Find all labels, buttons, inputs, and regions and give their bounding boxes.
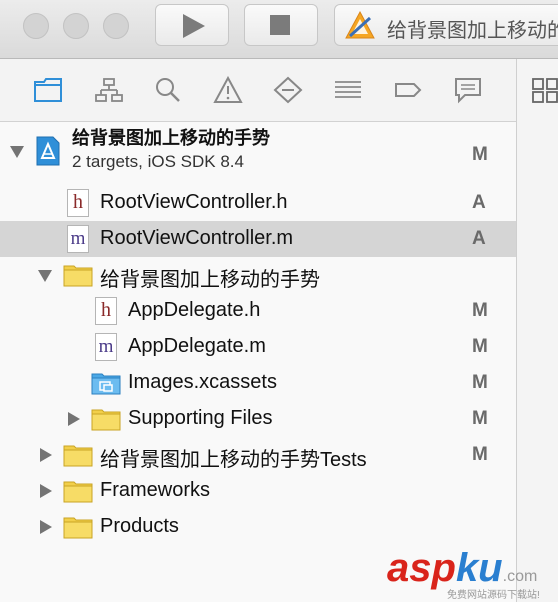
play-icon <box>183 14 205 38</box>
group-label: Products <box>100 515 179 537</box>
group-row-tests[interactable]: 给背景图加上移动的手势Tests M <box>0 437 516 473</box>
header-file-icon: h <box>67 189 89 217</box>
file-label: AppDelegate.m <box>128 335 266 357</box>
implementation-file-icon: m <box>67 225 89 253</box>
folder-icon[interactable] <box>33 76 63 104</box>
status-badge: A <box>472 228 486 249</box>
xcodeproj-icon <box>36 136 60 166</box>
search-icon[interactable] <box>153 76 183 104</box>
file-label: Images.xcassets <box>128 371 277 393</box>
folder-icon <box>63 517 93 539</box>
debug-lines-icon[interactable] <box>333 76 363 104</box>
file-row-images-xcassets[interactable]: Images.xcassets M <box>0 365 516 401</box>
stop-button[interactable] <box>244 4 318 46</box>
scheme-title: 给背景图加上移动的手势 <box>387 20 558 42</box>
implementation-file-icon: m <box>95 333 117 361</box>
editor-pane-edge <box>516 59 558 602</box>
group-row-products[interactable]: Products <box>0 509 516 545</box>
file-row-rootviewcontroller-m[interactable]: m RootViewController.m A <box>0 221 516 257</box>
run-button[interactable] <box>155 4 229 46</box>
disclosure-open-icon[interactable] <box>38 270 52 282</box>
disclosure-closed-icon[interactable] <box>40 448 52 462</box>
navigator-selector-bar <box>0 59 516 122</box>
project-navigator-tree: 给背景图加上移动的手势 2 targets, iOS SDK 8.4 M h R… <box>0 122 516 602</box>
status-badge: M <box>472 300 488 321</box>
file-row-rootviewcontroller-h[interactable]: h RootViewController.h A <box>0 185 516 221</box>
close-window-button[interactable] <box>23 13 49 39</box>
folder-icon <box>63 481 93 503</box>
group-label: Supporting Files <box>128 407 273 429</box>
warning-icon[interactable] <box>213 76 243 104</box>
window-toolbar: 给背景图加上移动的手势 <box>0 0 558 59</box>
watermark-brand: aspku.com <box>387 546 538 590</box>
grid-icon[interactable] <box>531 76 558 104</box>
scheme-selector[interactable]: 给背景图加上移动的手势 <box>334 4 558 46</box>
project-name: 给背景图加上移动的手势 <box>72 128 270 148</box>
folder-icon <box>91 409 121 431</box>
zoom-window-button[interactable] <box>103 13 129 39</box>
asset-catalog-icon <box>91 373 121 395</box>
group-label: Frameworks <box>100 479 211 501</box>
folder-icon <box>63 265 93 287</box>
status-badge: M <box>472 336 488 357</box>
folder-icon <box>63 445 93 467</box>
minimize-window-button[interactable] <box>63 13 89 39</box>
watermark-tagline: 免费网站源码下载站! <box>447 590 540 601</box>
disclosure-open-icon[interactable] <box>10 146 24 158</box>
status-badge: A <box>472 192 486 213</box>
file-label: RootViewController.h <box>100 191 288 213</box>
disclosure-closed-icon[interactable] <box>68 412 80 426</box>
status-badge: M <box>472 408 488 429</box>
file-row-appdelegate-h[interactable]: h AppDelegate.h M <box>0 293 516 329</box>
file-label: RootViewController.m <box>100 227 294 249</box>
group-label: 给背景图加上移动的手势 <box>100 269 320 291</box>
disclosure-closed-icon[interactable] <box>40 520 52 534</box>
group-row-supporting-files[interactable]: Supporting Files M <box>0 401 516 437</box>
file-row-appdelegate-m[interactable]: m AppDelegate.m M <box>0 329 516 365</box>
group-row-frameworks[interactable]: Frameworks <box>0 473 516 509</box>
header-file-icon: h <box>95 297 117 325</box>
status-badge: M <box>472 144 488 165</box>
hierarchy-icon[interactable] <box>94 76 124 104</box>
breakpoint-icon[interactable] <box>393 76 423 104</box>
file-label: AppDelegate.h <box>128 299 261 321</box>
watermark-logo: aspku.com 免费网站源码下载站! <box>385 546 558 602</box>
stop-icon <box>270 15 290 35</box>
status-badge: M <box>472 372 488 393</box>
group-row-main[interactable]: 给背景图加上移动的手势 <box>0 257 516 293</box>
group-label: 给背景图加上移动的手势Tests <box>100 449 367 471</box>
disclosure-closed-icon[interactable] <box>40 484 52 498</box>
project-subtitle: 2 targets, iOS SDK 8.4 <box>72 152 244 171</box>
status-badge: M <box>472 444 488 465</box>
test-diamond-icon[interactable] <box>273 76 303 104</box>
project-root-row[interactable]: 给背景图加上移动的手势 2 targets, iOS SDK 8.4 M <box>0 122 516 180</box>
xcode-app-icon <box>345 10 375 39</box>
speech-bubble-icon[interactable] <box>453 76 483 104</box>
